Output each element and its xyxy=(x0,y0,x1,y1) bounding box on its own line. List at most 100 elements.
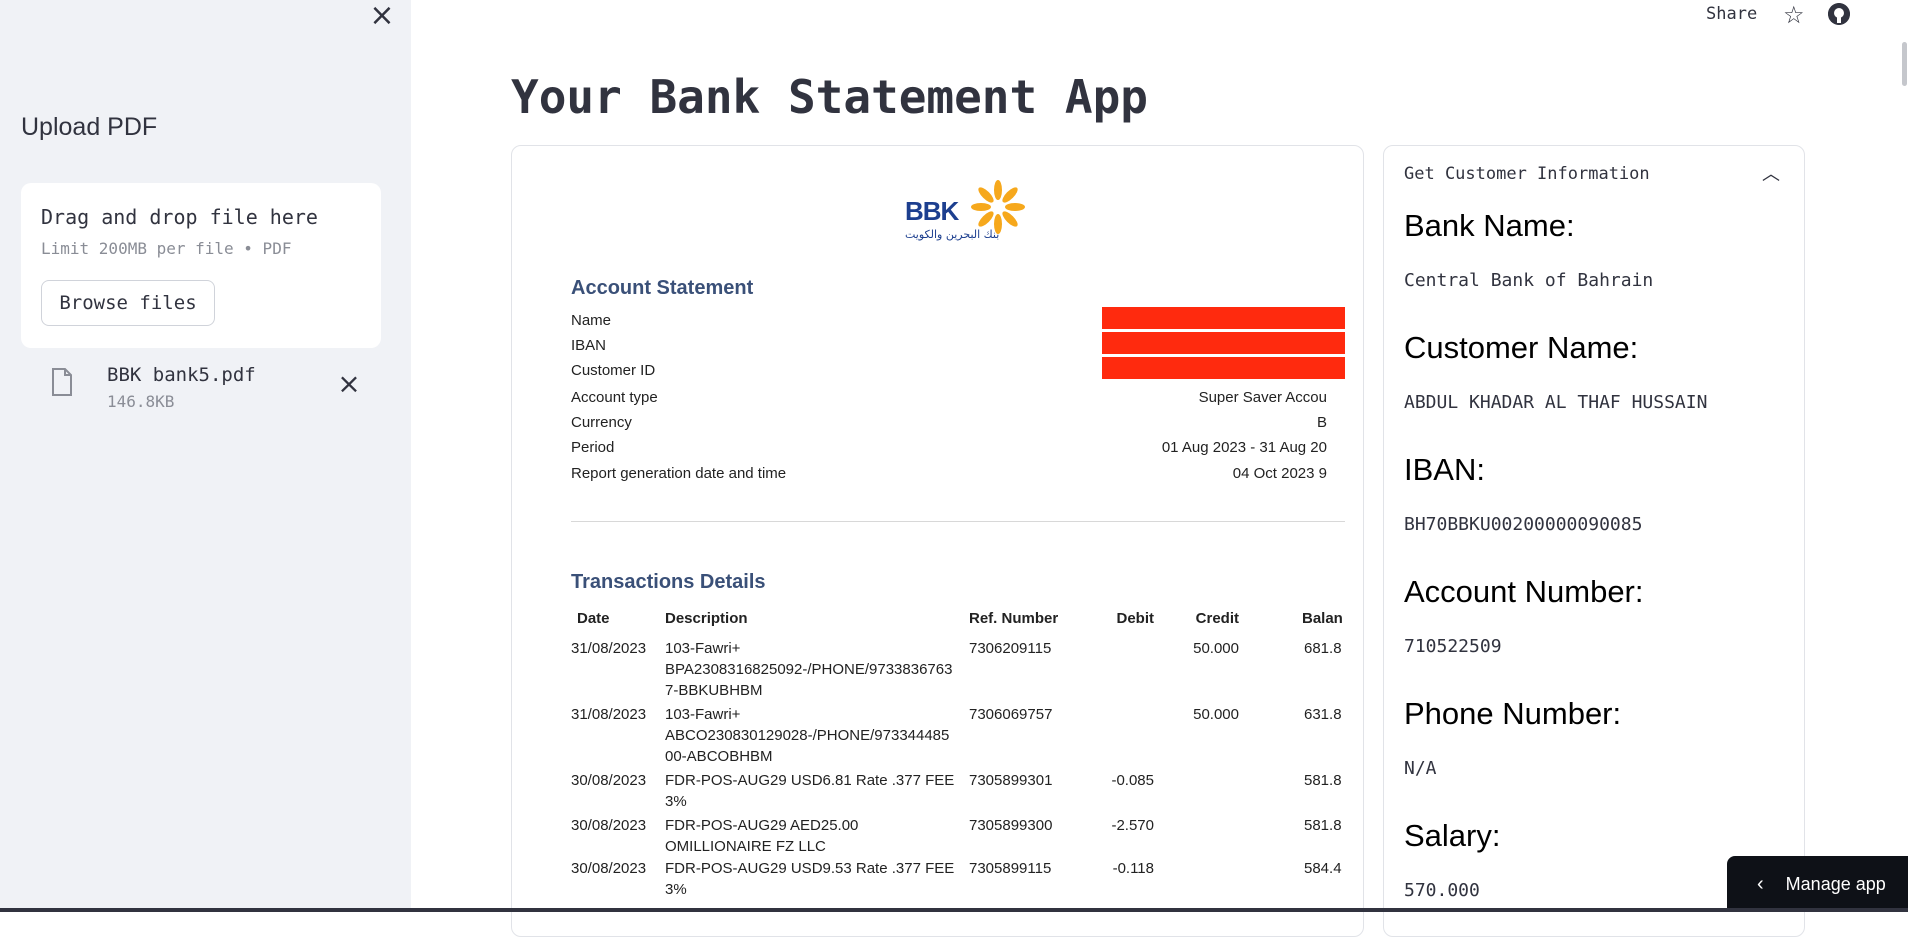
info-value: 01 Aug 2023 - 31 Aug 20 xyxy=(1161,439,1327,456)
dropzone-instructions: Drag and drop file here xyxy=(41,205,318,229)
close-icon[interactable]: × xyxy=(368,1,396,31)
divider xyxy=(571,521,1345,522)
cell-credit: 50.000 xyxy=(1193,706,1239,723)
file-dropzone[interactable]: Drag and drop file here Limit 200MB per … xyxy=(21,183,381,348)
dropzone-limit: Limit 200MB per file • PDF xyxy=(41,239,292,258)
column-header: Ref. Number xyxy=(969,610,1059,627)
cell-description: 103-Fawri+ BPA2308316825092-/PHONE/973383… xyxy=(665,638,952,701)
cell-ref: 7306069757 xyxy=(969,706,1053,723)
sidebar: × Upload PDF Drag and drop file here Lim… xyxy=(0,0,411,912)
info-value: 04 Oct 2023 9 xyxy=(1232,465,1327,482)
column-header: Balan xyxy=(1302,610,1343,627)
description-line: OMILLIONAIRE FZ LLC xyxy=(665,838,826,855)
cell-balance: 681.8 xyxy=(1304,640,1342,657)
field-label: Customer Name: xyxy=(1404,330,1639,365)
cell-balance: 631.8 xyxy=(1304,706,1342,723)
field-label: Bank Name: xyxy=(1404,208,1575,243)
redacted-value xyxy=(1102,357,1345,379)
chevron-left-icon: ‹ xyxy=(1757,872,1764,895)
cell-description: FDR-POS-AUG29 USD6.81 Rate .377 FEE 3% xyxy=(665,770,954,812)
description-line: 103-Fawri+ xyxy=(665,640,741,657)
info-value: Super Saver Accou xyxy=(1198,389,1327,406)
bbk-logo: BBK بنك البحرين والكويت xyxy=(905,178,1045,258)
field-label: Salary: xyxy=(1404,818,1501,853)
cell-balance: 581.8 xyxy=(1304,772,1342,789)
scrollbar-thumb[interactable] xyxy=(1902,42,1907,86)
account-statement-title: Account Statement xyxy=(571,277,754,299)
cell-debit: -0.118 xyxy=(1112,860,1154,877)
field-value: 710522509 xyxy=(1404,636,1502,657)
field-value: N/A xyxy=(1404,758,1437,779)
cell-ref: 7305899301 xyxy=(969,772,1053,789)
logo-arabic-text: بنك البحرين والكويت xyxy=(905,228,1000,241)
column-header: Debit xyxy=(1116,610,1155,627)
cell-ref: 7306209115 xyxy=(969,640,1052,657)
field-value: Central Bank of Bahrain xyxy=(1404,270,1654,291)
description-line: 3% xyxy=(665,793,687,810)
cell-ref: 7305899115 xyxy=(969,860,1052,877)
column-header: Credit xyxy=(1195,610,1239,627)
field-label: Phone Number: xyxy=(1404,696,1622,731)
info-value: B xyxy=(1316,414,1327,431)
field-value: BH70BBKU00200000090085 xyxy=(1404,514,1643,535)
redacted-value xyxy=(1102,307,1345,329)
info-label: IBAN xyxy=(571,337,607,354)
cell-date: 30/08/2023 xyxy=(571,860,647,877)
file-name: BBK bank5.pdf xyxy=(107,364,256,386)
star-icon[interactable]: ☆ xyxy=(1783,1,1805,29)
file-size: 146.8KB xyxy=(107,392,175,411)
description-line: 103-Fawri+ xyxy=(665,706,741,723)
description-line: 3% xyxy=(665,881,687,898)
redacted-value xyxy=(1102,332,1345,354)
description-line: FDR-POS-AUG29 USD6.81 Rate .377 FEE xyxy=(665,772,955,789)
cell-description: FDR-POS-AUG29 USD9.53 Rate .377 FEE 3% xyxy=(665,858,954,900)
info-label: Period xyxy=(571,439,615,456)
file-icon xyxy=(52,368,72,396)
info-label: Customer ID xyxy=(571,362,656,379)
description-line: FDR-POS-AUG29 AED25.00 xyxy=(665,817,859,834)
cell-balance: 584.4 xyxy=(1304,860,1342,877)
column-header: Date xyxy=(577,610,610,627)
field-label: Account Number: xyxy=(1404,574,1644,609)
browse-files-button[interactable]: Browse files xyxy=(41,280,215,326)
cell-credit: 50.000 xyxy=(1193,640,1239,657)
github-icon[interactable] xyxy=(1828,3,1850,25)
page-title: Your Bank Statement App xyxy=(511,70,1148,124)
cell-date: 30/08/2023 xyxy=(571,817,647,834)
info-label: Account type xyxy=(571,389,658,406)
cell-debit: -0.085 xyxy=(1111,772,1154,789)
description-line: 7-BBKUBHBM xyxy=(665,682,763,699)
cell-date: 31/08/2023 xyxy=(571,706,647,723)
transactions-title: Transactions Details xyxy=(571,571,766,593)
cell-balance: 581.8 xyxy=(1304,817,1342,834)
cell-date: 30/08/2023 xyxy=(571,772,647,789)
manage-app-label: Manage app xyxy=(1785,873,1886,894)
cell-description: 103-Fawri+ ABCO230830129028-/PHONE/973344… xyxy=(665,704,949,767)
sidebar-heading: Upload PDF xyxy=(21,113,158,141)
info-label: Report generation date and time xyxy=(571,465,787,482)
remove-file-icon[interactable]: × xyxy=(335,370,363,398)
statement-page: BBK بنك البحرين والكويت Account Statemen… xyxy=(512,146,1345,936)
uploaded-file-item: BBK bank5.pdf 146.8KB × xyxy=(21,360,381,420)
cell-debit: -2.570 xyxy=(1111,817,1154,834)
share-button[interactable]: Share xyxy=(1706,4,1757,24)
field-value: ABDUL KHADAR AL THAF HUSSAIN xyxy=(1404,392,1708,413)
statement-preview-panel[interactable]: BBK بنك البحرين والكويت Account Statemen… xyxy=(511,145,1364,937)
field-value: 570.000 xyxy=(1404,880,1480,901)
info-label: Currency xyxy=(571,414,632,431)
expander-title[interactable]: Get Customer Information xyxy=(1404,164,1650,184)
column-header: Description xyxy=(665,610,748,627)
description-line: 00-ABCOBHBM xyxy=(665,748,773,765)
logo-text: BBK xyxy=(905,196,959,226)
cell-description: FDR-POS-AUG29 AED25.00 OMILLIONAIRE FZ LL… xyxy=(665,815,858,857)
info-label: Name xyxy=(571,312,612,329)
bottom-border xyxy=(0,908,1908,912)
cell-date: 31/08/2023 xyxy=(571,640,647,657)
description-line: ABCO230830129028-/PHONE/973344485 xyxy=(665,727,950,744)
chevron-up-icon[interactable]: ︿ xyxy=(1762,160,1780,186)
description-line: FDR-POS-AUG29 USD9.53 Rate .377 FEE xyxy=(665,860,955,877)
field-label: IBAN: xyxy=(1404,452,1485,487)
customer-info-expander: Get Customer Information ︿ Bank Name: Cen… xyxy=(1383,145,1805,937)
manage-app-button[interactable]: ‹ Manage app xyxy=(1727,856,1908,912)
cell-ref: 7305899300 xyxy=(969,817,1053,834)
